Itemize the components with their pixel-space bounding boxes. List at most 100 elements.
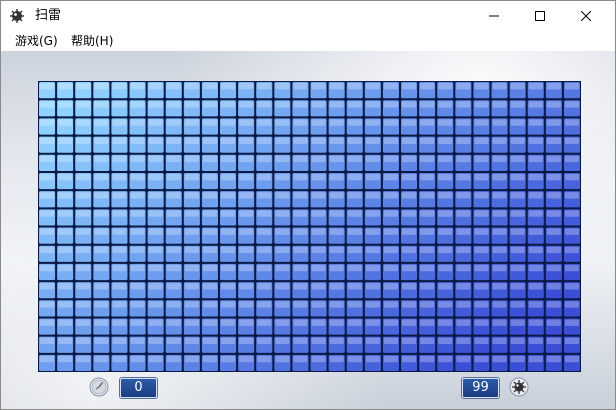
cell-highlight [166, 283, 181, 290]
cell-highlight [564, 192, 579, 199]
cell-highlight [257, 301, 272, 308]
cell-highlight [311, 319, 326, 326]
cell-highlight [202, 301, 217, 308]
close-button[interactable] [563, 1, 609, 31]
cell-highlight [293, 155, 308, 163]
cell-highlight [58, 101, 73, 108]
cell-highlight [383, 283, 398, 290]
cell-highlight [184, 246, 199, 254]
cell-highlight [166, 192, 181, 199]
cell-highlight [546, 155, 561, 163]
cell-highlight [76, 319, 91, 326]
cell-highlight [112, 301, 127, 308]
cell-highlight [564, 210, 579, 217]
cell-highlight [58, 228, 73, 235]
cell-highlight [420, 264, 435, 272]
cell-highlight [112, 137, 127, 144]
cell-highlight [347, 83, 362, 90]
cell-highlight [492, 319, 507, 326]
cell-highlight [311, 137, 326, 144]
cell-highlight [58, 264, 73, 272]
cell-highlight [510, 301, 525, 308]
cell-highlight [546, 137, 561, 144]
cell-highlight [130, 246, 145, 254]
cell-highlight [130, 337, 145, 345]
cell-highlight [528, 192, 543, 199]
cell-highlight [329, 119, 344, 126]
cell-highlight [184, 137, 199, 144]
cell-highlight [239, 246, 254, 254]
cell-highlight [456, 155, 471, 163]
cell-highlight [112, 228, 127, 235]
cell-highlight [58, 301, 73, 308]
mine-icon [509, 377, 529, 397]
cell-highlight [94, 119, 109, 126]
cell-highlight [438, 246, 453, 254]
title-bar[interactable]: 扫雷 [1, 1, 615, 31]
cell-highlight [148, 319, 163, 326]
cell-highlight [329, 301, 344, 308]
cell-highlight [184, 283, 199, 290]
cell-highlight [456, 319, 471, 326]
cell-highlight [311, 246, 326, 254]
cell-highlight [528, 319, 543, 326]
cell-highlight [329, 192, 344, 199]
cell-highlight [510, 137, 525, 144]
cell-highlight [184, 210, 199, 217]
cell-highlight [546, 210, 561, 217]
cell-highlight [58, 119, 73, 126]
cell-highlight [564, 173, 579, 181]
cell-highlight [492, 83, 507, 90]
cell-highlight [166, 210, 181, 217]
cell-highlight [239, 173, 254, 181]
cell-highlight [456, 228, 471, 235]
cell-highlight [347, 319, 362, 326]
cell-highlight [202, 192, 217, 199]
cell-highlight [112, 192, 127, 199]
cell-highlight [221, 228, 236, 235]
cell-highlight [347, 192, 362, 199]
cell-highlight [221, 319, 236, 326]
cell-highlight [257, 155, 272, 163]
cell-highlight [221, 210, 236, 217]
cell-highlight [383, 210, 398, 217]
cell-highlight [257, 337, 272, 345]
cell-highlight [564, 355, 579, 363]
minimize-button[interactable] [471, 1, 517, 31]
cell-highlight [257, 264, 272, 272]
cell-highlight [329, 283, 344, 290]
cell-highlight [420, 101, 435, 108]
cell-highlight [329, 355, 344, 363]
cell-highlight [456, 264, 471, 272]
cell-highlight [329, 337, 344, 345]
menu-game[interactable]: 游戏(G) [15, 33, 58, 49]
cell-highlight [311, 264, 326, 272]
cell-highlight [76, 355, 91, 363]
minefield-grid[interactable] [38, 81, 581, 372]
cell-highlight [58, 355, 73, 363]
cell-highlight [564, 301, 579, 308]
cell-highlight [130, 228, 145, 235]
cell-highlight [112, 264, 127, 272]
cell-highlight [148, 119, 163, 126]
cell-highlight [166, 155, 181, 163]
cell-highlight [239, 283, 254, 290]
menu-help[interactable]: 帮助(H) [71, 33, 113, 49]
cell-highlight [402, 83, 417, 90]
cell-highlight [40, 319, 55, 326]
maximize-button[interactable] [517, 1, 563, 31]
cell-highlight [564, 228, 579, 235]
cell-highlight [564, 246, 579, 254]
cell-highlight [202, 228, 217, 235]
cell-highlight [383, 355, 398, 363]
cell-highlight [311, 337, 326, 345]
cell-highlight [166, 246, 181, 254]
cell-highlight [184, 173, 199, 181]
cell-highlight [148, 246, 163, 254]
cell-highlight [329, 137, 344, 144]
cell-highlight [293, 137, 308, 144]
cell-highlight [130, 319, 145, 326]
cell-highlight [184, 155, 199, 163]
cell-highlight [112, 319, 127, 326]
cell-highlight [528, 301, 543, 308]
